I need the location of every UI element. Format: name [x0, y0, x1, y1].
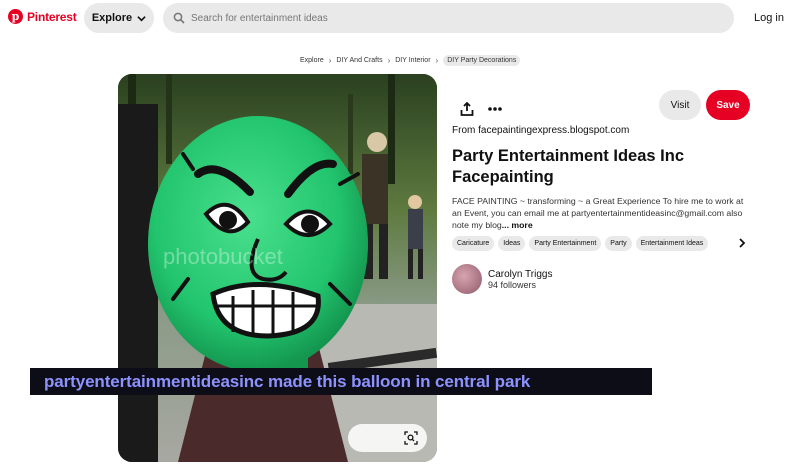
- pin-source: From facepaintingexpress.blogspot.com: [452, 125, 629, 136]
- chevron-right-icon: ›: [328, 55, 332, 65]
- chevron-right-icon[interactable]: [737, 238, 747, 248]
- pin-description: FACE PAINTING ~ transforming ~ a Great E…: [452, 195, 750, 231]
- explore-button[interactable]: Explore: [84, 3, 154, 33]
- breadcrumb-item[interactable]: DIY And Crafts: [336, 57, 382, 64]
- login-link[interactable]: Log in: [754, 12, 784, 24]
- pinterest-logo[interactable]: p Pinterest: [8, 9, 77, 24]
- breadcrumb-current[interactable]: DIY Party Decorations: [443, 54, 521, 66]
- tag-chip[interactable]: Entertainment Ideas: [635, 236, 709, 251]
- pin-details: Visit Save From facepaintingexpress.blog…: [452, 74, 750, 462]
- source-link[interactable]: facepaintingexpress.blogspot.com: [478, 125, 629, 136]
- save-button[interactable]: Save: [706, 90, 750, 120]
- breadcrumb-item[interactable]: Explore: [300, 57, 324, 64]
- visit-button[interactable]: Visit: [659, 90, 701, 120]
- explore-label: Explore: [91, 12, 133, 24]
- pin-image[interactable]: photobucket: [118, 74, 437, 462]
- search-input[interactable]: [191, 12, 711, 24]
- search-icon: [173, 12, 185, 24]
- more-options-icon[interactable]: [487, 106, 503, 112]
- pinterest-logo-icon: p: [8, 9, 23, 24]
- logo-text: Pinterest: [27, 9, 77, 24]
- caption-text: partyentertainmentideasinc made this bal…: [44, 371, 531, 391]
- breadcrumb-item[interactable]: DIY Interior: [395, 57, 430, 64]
- tag-chip[interactable]: Caricature: [452, 236, 495, 251]
- caption-overlay: partyentertainmentideasinc made this bal…: [30, 368, 652, 395]
- search-bar[interactable]: [163, 3, 734, 33]
- description-text: FACE PAINTING ~ transforming ~ a Great E…: [452, 196, 744, 230]
- tag-chip[interactable]: Ideas: [498, 236, 526, 251]
- tag-chip[interactable]: Party: [605, 236, 632, 251]
- pin-card: photobucket Visit Save From facepainting…: [118, 74, 750, 462]
- author-followers: 94 followers: [488, 279, 537, 290]
- source-prefix: From: [452, 125, 479, 136]
- chevron-down-icon: [137, 15, 146, 21]
- tag-chip[interactable]: Party Entertainment: [529, 236, 602, 251]
- breadcrumb: Explore › DIY And Crafts › DIY Interior …: [300, 53, 521, 67]
- top-nav: p Pinterest Explore Log in: [0, 0, 800, 38]
- pin-title: Party Entertainment Ideas Inc Facepainti…: [452, 147, 684, 186]
- visual-search-icon: [404, 431, 418, 445]
- chevron-right-icon: ›: [387, 55, 391, 65]
- photobucket-watermark: photobucket: [163, 244, 283, 269]
- avatar[interactable]: [452, 264, 482, 294]
- more-link[interactable]: ... more: [502, 220, 533, 230]
- balloon-photo: photobucket: [118, 74, 437, 462]
- author-name[interactable]: Carolyn Triggs: [488, 269, 552, 280]
- visual-search-button[interactable]: [348, 424, 427, 452]
- chevron-right-icon: ›: [435, 55, 439, 65]
- author-block[interactable]: Carolyn Triggs 94 followers: [452, 264, 552, 294]
- share-icon[interactable]: [460, 102, 474, 116]
- tag-list: Caricature Ideas Party Entertainment Par…: [452, 236, 750, 251]
